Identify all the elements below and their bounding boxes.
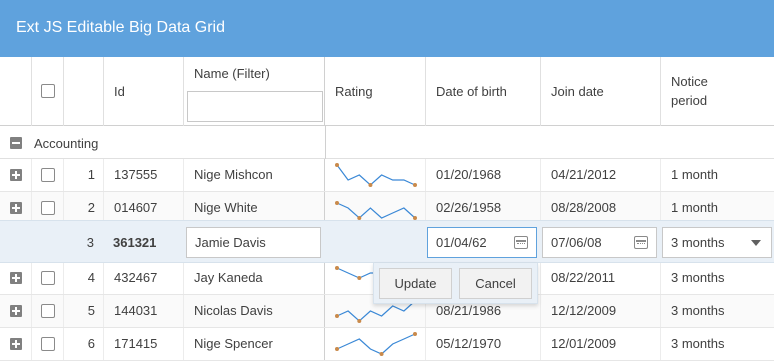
plus-square-icon[interactable] <box>10 202 22 214</box>
locked-column-divider <box>325 126 326 159</box>
update-button[interactable]: Update <box>379 268 452 299</box>
sparkline-point <box>335 347 339 351</box>
grid-header: Id Name (Filter) Rating Date of birth Jo… <box>0 57 774 126</box>
notice-period-cell[interactable]: 1 month <box>661 159 774 191</box>
rating-sparkline <box>335 163 417 187</box>
row-number: 6 <box>64 328 104 360</box>
name-cell[interactable]: Jay Kaneda <box>184 262 325 294</box>
sparkline-point <box>357 276 362 280</box>
rating-sparkline <box>335 201 417 220</box>
plus-square-icon[interactable] <box>10 305 22 317</box>
cancel-button[interactable]: Cancel <box>459 268 532 299</box>
sparkline-point <box>335 201 339 205</box>
editor-name-input[interactable]: Jamie Davis <box>186 227 321 258</box>
plus-square-icon[interactable] <box>10 272 22 284</box>
name-column-header[interactable]: Name (Filter) <box>184 57 325 126</box>
sparkline-point <box>379 352 384 356</box>
sparkline-point <box>357 319 362 323</box>
sparkline-point <box>413 183 417 187</box>
id-column-header[interactable]: Id <box>104 57 184 126</box>
editor-dob-input[interactable]: 01/04/62 <box>427 227 537 258</box>
notice-header-line2: period <box>671 93 708 108</box>
join-header-label: Join date <box>551 84 604 99</box>
sparkline-point <box>368 183 373 187</box>
sparkline-point <box>335 163 339 167</box>
app-title: Ext JS Editable Big Data Grid <box>16 19 225 36</box>
sparkline-point <box>335 266 339 270</box>
select-all-column-header <box>32 57 64 126</box>
row-number: 1 <box>64 159 104 191</box>
row-checkbox[interactable] <box>41 201 55 215</box>
row-number: 4 <box>64 262 104 294</box>
sparkline-line <box>336 164 416 186</box>
name-filter-input[interactable] <box>187 91 323 122</box>
rating-cell[interactable] <box>325 328 426 360</box>
rating-sparkline <box>335 332 417 356</box>
id-cell[interactable]: 432467 <box>104 262 184 294</box>
chevron-down-icon[interactable] <box>751 240 761 246</box>
calendar-icon[interactable] <box>514 236 528 249</box>
row-editor[interactable]: 3 361321 Jamie Davis 01/04/62 07/06/08 3… <box>0 220 774 263</box>
join-date-cell[interactable]: 04/21/2012 <box>541 159 661 191</box>
row-checkbox[interactable] <box>41 304 55 318</box>
name-cell[interactable]: Nige Spencer <box>184 328 325 360</box>
editor-join-value: 07/06/08 <box>551 235 602 250</box>
id-header-label: Id <box>114 84 125 99</box>
name-cell[interactable]: Nicolas Davis <box>184 295 325 327</box>
editor-row-number: 3 <box>86 235 94 250</box>
row-number: 5 <box>64 295 104 327</box>
editor-join-date-input[interactable]: 07/06/08 <box>542 227 657 258</box>
title-bar: Ext JS Editable Big Data Grid <box>0 0 774 57</box>
editor-id-value: 361321 <box>113 235 157 250</box>
join-date-column-header[interactable]: Join date <box>541 57 661 126</box>
expander-column-header <box>0 57 32 126</box>
table-row[interactable]: 6 171415 Nige Spencer 05/12/1970 12/01/2… <box>0 328 774 361</box>
calendar-icon[interactable] <box>634 236 648 249</box>
plus-square-icon[interactable] <box>10 338 22 350</box>
select-all-checkbox[interactable] <box>41 84 55 98</box>
id-cell[interactable]: 137555 <box>104 159 184 191</box>
editor-notice-select[interactable]: 3 months <box>662 227 772 258</box>
row-checkbox[interactable] <box>41 337 55 351</box>
editor-button-panel: Update Cancel <box>373 263 538 304</box>
rating-header-label: Rating <box>335 84 373 99</box>
dob-cell[interactable]: 05/12/1970 <box>426 328 541 360</box>
name-header-label: Name (Filter) <box>194 66 270 81</box>
dob-column-header[interactable]: Date of birth <box>426 57 541 126</box>
sparkline-line <box>336 202 416 219</box>
sparkline-point <box>413 332 417 336</box>
join-date-cell[interactable]: 12/01/2009 <box>541 328 661 360</box>
dob-cell[interactable]: 01/20/1968 <box>426 159 541 191</box>
rating-cell[interactable] <box>325 159 426 191</box>
group-row-accounting[interactable]: Accounting <box>0 126 774 159</box>
notice-period-cell[interactable]: 3 months <box>661 328 774 360</box>
sparkline-line <box>336 333 416 355</box>
rating-column-header[interactable]: Rating <box>325 57 426 126</box>
sparkline-point <box>335 314 339 318</box>
id-cell[interactable]: 171415 <box>104 328 184 360</box>
join-date-cell[interactable]: 08/22/2011 <box>541 262 661 294</box>
row-checkbox[interactable] <box>41 168 55 182</box>
group-label: Accounting <box>34 136 99 151</box>
table-row[interactable]: 1 137555 Nige Mishcon 01/20/1968 04/21/2… <box>0 159 774 192</box>
name-cell[interactable]: Nige Mishcon <box>184 159 325 191</box>
minus-square-icon[interactable] <box>10 137 22 149</box>
notice-header-line1: Notice <box>671 74 708 89</box>
notice-period-column-header[interactable]: Notice period <box>661 57 774 126</box>
row-checkbox[interactable] <box>41 271 55 285</box>
row-number-column-header <box>64 57 104 126</box>
id-cell[interactable]: 144031 <box>104 295 184 327</box>
editor-dob-value: 01/04/62 <box>436 235 487 250</box>
editor-notice-value: 3 months <box>671 235 725 250</box>
notice-period-cell[interactable]: 3 months <box>661 295 774 327</box>
join-date-cell[interactable]: 12/12/2009 <box>541 295 661 327</box>
notice-period-cell[interactable]: 3 months <box>661 262 774 294</box>
sparkline-line <box>336 300 416 322</box>
plus-square-icon[interactable] <box>10 169 22 181</box>
dob-header-label: Date of birth <box>436 84 507 99</box>
